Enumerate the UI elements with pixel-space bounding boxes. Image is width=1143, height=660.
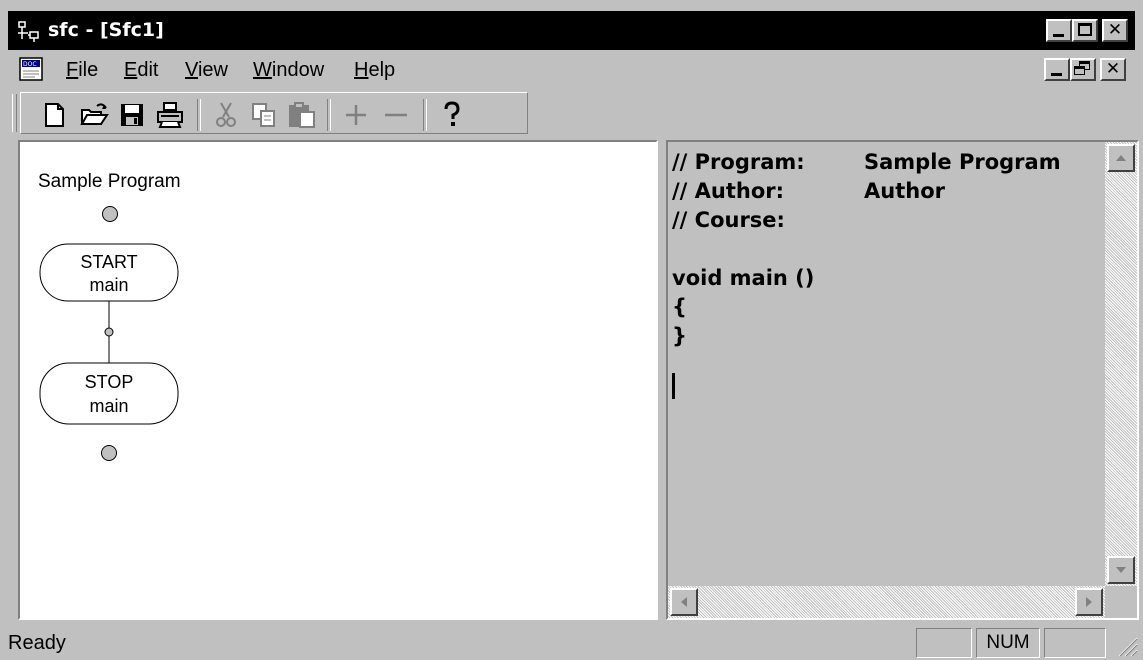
- resize-grip-icon[interactable]: [1113, 632, 1139, 658]
- window-maximize-button[interactable]: [1072, 19, 1098, 42]
- menu-help-rest: elp: [368, 59, 396, 81]
- sfc-diagram[interactable]: Sample Program START main STOP main: [20, 142, 656, 618]
- menu-window-rest: indow: [271, 59, 325, 81]
- minimize-icon: [1051, 73, 1062, 76]
- floppy-disk-icon[interactable]: [117, 100, 147, 130]
- maximize-icon: [1078, 23, 1092, 36]
- scissors-icon[interactable]: [211, 100, 241, 130]
- transition-point[interactable]: [104, 327, 114, 337]
- menu-window[interactable]: Window: [253, 59, 324, 82]
- window-title: sfc - [Sfc1]: [48, 19, 164, 41]
- code-line: void main (): [672, 264, 1061, 293]
- menu-help-mnemonic: H: [354, 59, 369, 81]
- code-line: // Author: Author: [672, 177, 1061, 206]
- arrow-up-icon: [1116, 155, 1126, 161]
- stop-block-title: STOP: [85, 372, 134, 392]
- code-line: }: [672, 322, 1061, 351]
- arrow-right-icon: [1086, 597, 1092, 607]
- menu-file[interactable]: File: [66, 59, 98, 82]
- arrow-left-icon: [681, 597, 687, 607]
- window-minimize-button[interactable]: [1046, 19, 1072, 42]
- status-bar: Ready NUM: [0, 626, 1143, 660]
- title-bar[interactable]: sfc - [Sfc1] ✕: [8, 11, 1135, 50]
- minimize-icon: [1053, 34, 1064, 37]
- code-line: {: [672, 293, 1061, 322]
- status-indicator-caps: [916, 628, 972, 658]
- code-line-label: // Author:: [672, 179, 785, 203]
- menu-file-rest: ile: [78, 59, 99, 81]
- svg-text:DOC: DOC: [23, 61, 37, 68]
- scroll-down-button[interactable]: [1107, 556, 1135, 584]
- copy-icon[interactable]: [249, 100, 279, 130]
- help-pointer-icon[interactable]: [437, 100, 467, 130]
- open-folder-icon[interactable]: [79, 100, 109, 130]
- menu-bar: DOC File Edit View Window Help ✕: [8, 50, 1135, 90]
- menu-edit-mnemonic: E: [124, 59, 138, 81]
- code-line-label: }: [672, 324, 687, 348]
- toolbar-separator: [423, 99, 427, 131]
- scroll-left-button[interactable]: [670, 588, 698, 616]
- close-icon: ✕: [1105, 59, 1121, 79]
- menu-view[interactable]: View: [185, 59, 228, 82]
- window-close-button[interactable]: ✕: [1102, 19, 1128, 42]
- status-text: Ready: [8, 632, 66, 654]
- arrow-down-icon: [1116, 567, 1126, 573]
- final-connector[interactable]: [101, 445, 117, 461]
- code-line-value: Sample Program: [864, 150, 1061, 174]
- program-name-label: Sample Program: [38, 171, 181, 192]
- restore-icon-front: [1074, 66, 1085, 75]
- status-indicator-num: NUM: [976, 628, 1040, 658]
- menu-edit-rest: dit: [137, 59, 159, 81]
- start-block-function: main: [89, 275, 128, 295]
- toolbar-frame: [20, 92, 528, 134]
- code-line-label: // Course:: [672, 208, 785, 232]
- stop-block-function: main: [89, 396, 128, 416]
- new-document-icon[interactable]: [39, 100, 69, 130]
- document-icon[interactable]: DOC: [18, 56, 44, 82]
- status-indicator-scrl: [1044, 628, 1106, 658]
- diagram-pane[interactable]: Sample Program START main STOP main: [18, 140, 658, 620]
- code-line-label: // Program:: [672, 150, 805, 174]
- code-pane[interactable]: // Program: Sample Program // Author: Auth…: [666, 140, 1139, 620]
- code-line-label: {: [672, 295, 687, 319]
- toolbar-separator: [197, 99, 201, 131]
- menu-help[interactable]: Help: [354, 59, 395, 82]
- code-editor[interactable]: // Program: Sample Program // Author: Auth…: [672, 148, 1061, 351]
- menu-file-mnemonic: F: [66, 59, 79, 81]
- toolbar: [8, 92, 1135, 136]
- initial-connector[interactable]: [102, 206, 118, 222]
- plus-icon[interactable]: [341, 100, 371, 130]
- menu-window-mnemonic: W: [253, 59, 272, 81]
- vertical-scrollbar[interactable]: [1105, 142, 1137, 586]
- scroll-up-button[interactable]: [1107, 144, 1135, 172]
- horizontal-scrollbar[interactable]: [668, 586, 1105, 618]
- menu-view-rest: iew: [197, 59, 228, 81]
- text-caret: [672, 373, 675, 399]
- toolbar-separator: [327, 99, 331, 131]
- close-icon: ✕: [1107, 20, 1123, 40]
- code-line-label: void main (): [672, 266, 815, 290]
- mdi-minimize-button[interactable]: [1044, 58, 1070, 81]
- menu-edit[interactable]: Edit: [124, 59, 158, 82]
- code-line: // Course:: [672, 206, 1061, 235]
- toolbar-grip[interactable]: [12, 94, 17, 132]
- minus-icon[interactable]: [381, 100, 411, 130]
- paste-icon[interactable]: [287, 100, 317, 130]
- start-block-title: START: [80, 252, 137, 272]
- mdi-close-button[interactable]: ✕: [1100, 58, 1126, 81]
- printer-icon[interactable]: [155, 100, 185, 130]
- menu-view-mnemonic: V: [185, 59, 198, 81]
- scroll-right-button[interactable]: [1075, 588, 1103, 616]
- code-line-value: Author: [864, 179, 945, 203]
- scrollbar-corner: [1105, 586, 1137, 618]
- sfc-app-icon: [18, 21, 39, 42]
- code-line: // Program: Sample Program: [672, 148, 1061, 177]
- mdi-restore-button[interactable]: [1070, 58, 1096, 81]
